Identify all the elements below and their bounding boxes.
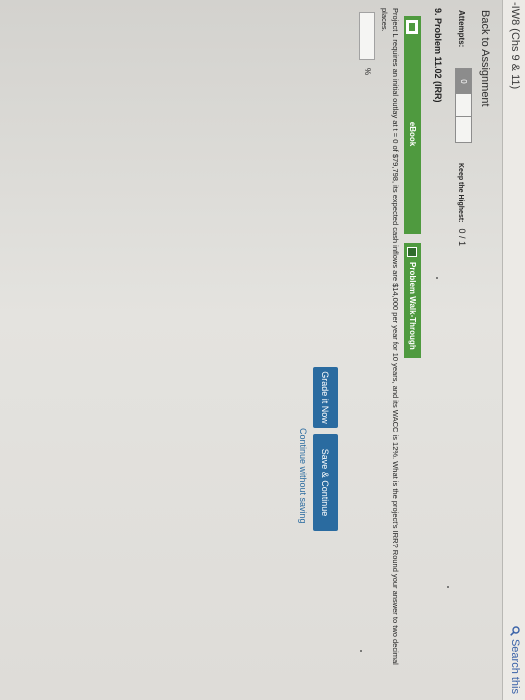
ebook-button[interactable]: eBook [404,16,421,234]
keep-highest-label: Keep the Highest: [457,163,464,223]
continue-without-saving-link[interactable]: Continue without saving [298,428,308,524]
attempt-slot [455,93,472,118]
screen-speck [447,586,449,588]
back-to-assignment-link[interactable]: Back to Assignment [479,10,491,107]
walkthrough-label: Problem Walk-Through [408,262,417,350]
photo-frame: -IW8 (Chs 9 & 11) Search this Back to As… [0,0,525,700]
percent-unit: % [363,68,372,76]
grade-it-now-button[interactable]: Grade it Now [313,367,338,428]
assignment-page: -IW8 (Chs 9 & 11) Search this Back to As… [0,0,525,700]
save-and-continue-button[interactable]: Save & Continue [313,434,338,531]
attempt-count-box: 0 [455,68,472,95]
search-icon [510,626,520,636]
ebook-label: eBook [408,121,417,147]
book-icon [406,20,419,34]
screen-speck [436,277,438,279]
search-label: Search this [509,638,521,694]
attempts-label: Attempts: [457,10,466,48]
problem-prompt: Project L requires an initial outlay at … [380,8,400,665]
problem-walkthrough-button[interactable]: Problem Walk-Through [404,243,421,358]
course-title: -IW8 (Chs 9 & 11) [509,2,521,90]
search-link[interactable]: Search this [509,626,521,694]
attempt-slot [455,116,472,143]
top-bar: -IW8 (Chs 9 & 11) Search this [502,0,525,700]
video-icon [407,247,418,257]
answer-input[interactable] [359,12,375,60]
screen-speck [360,650,362,652]
keep-highest: Keep the Highest: 0 / 1 [457,163,467,246]
score-value: 0 / 1 [457,228,467,246]
problem-title: 9. Problem 11.02 (IRR) [433,8,443,103]
